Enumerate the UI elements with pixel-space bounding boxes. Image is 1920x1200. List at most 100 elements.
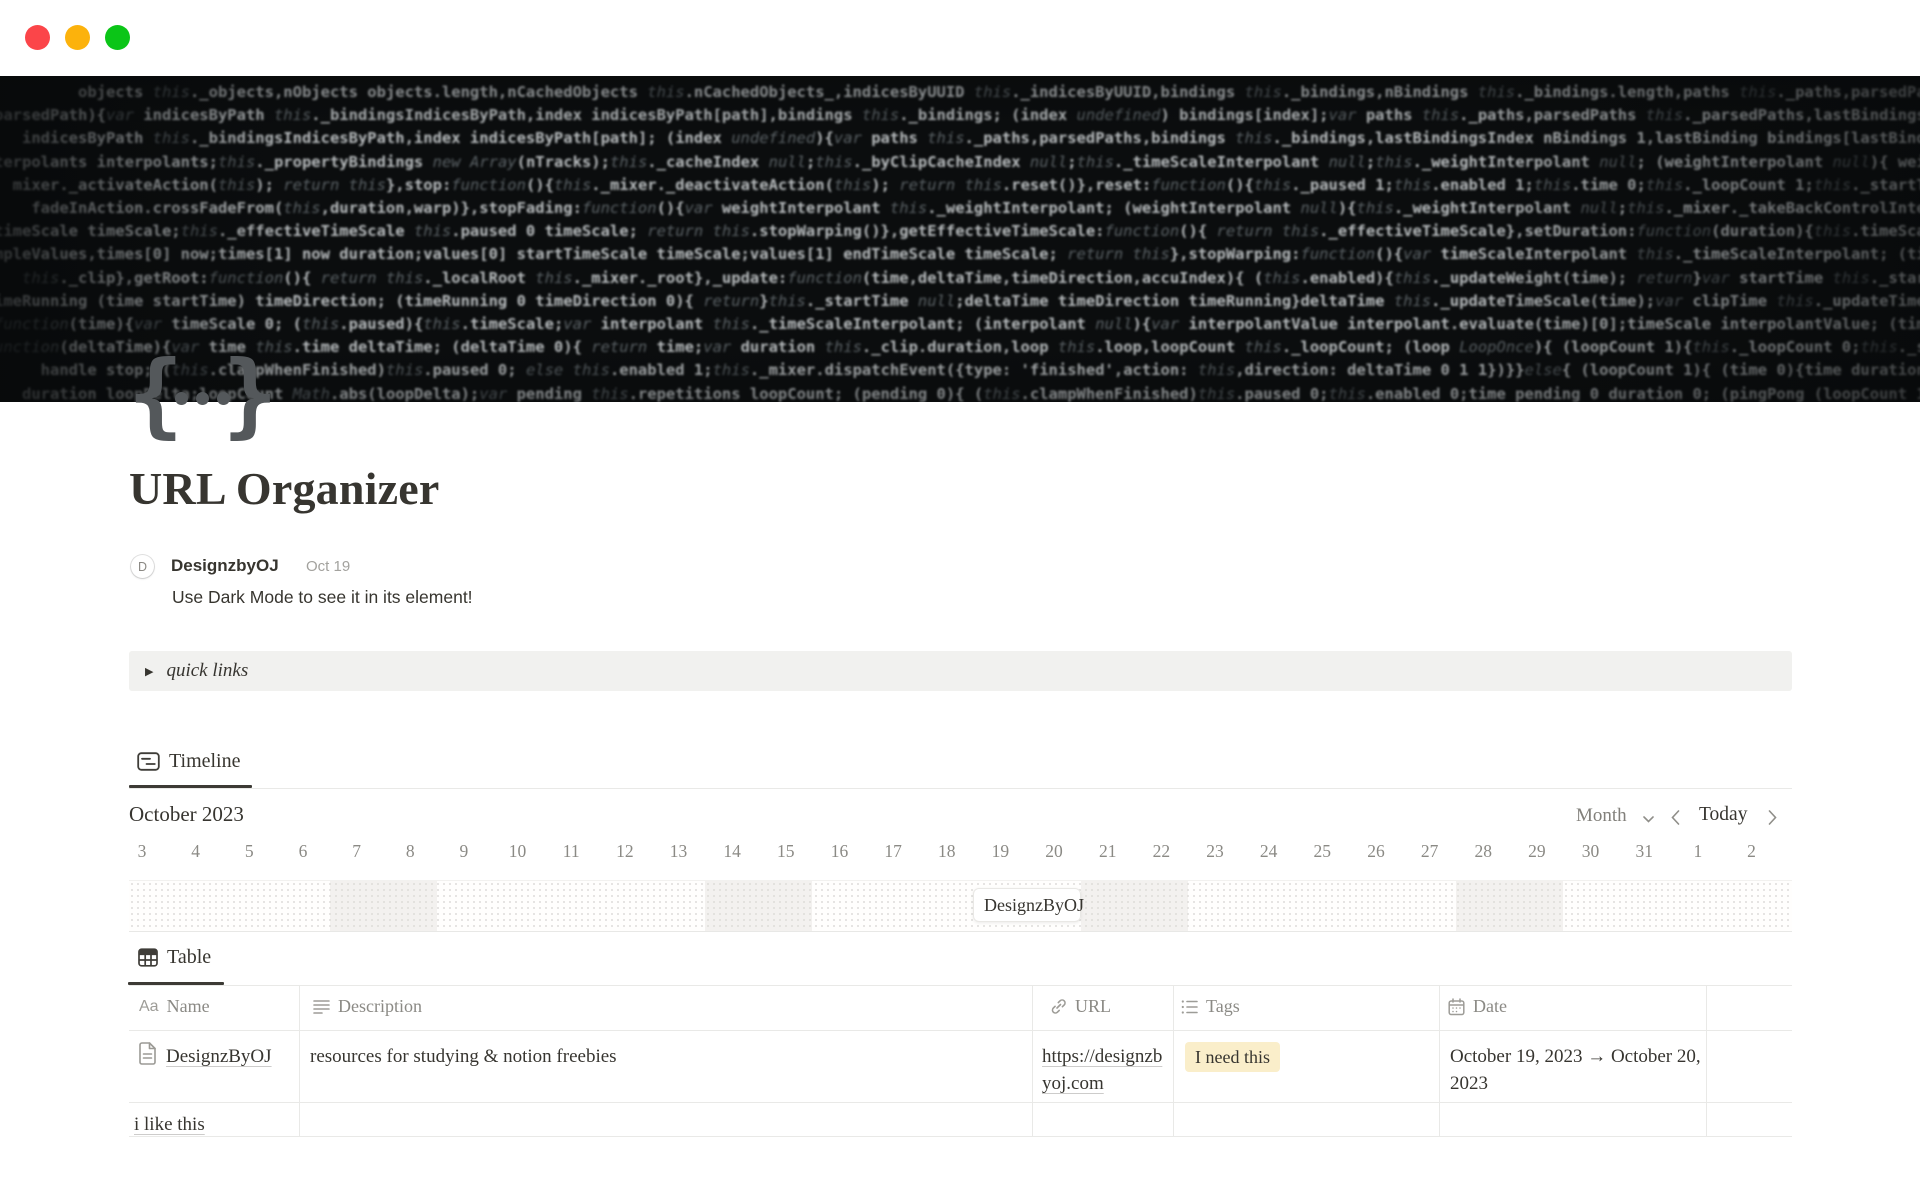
text-property-icon xyxy=(313,999,330,1015)
weekend-stripe-oct-14-15 xyxy=(705,881,812,931)
table-cell-description-row1[interactable]: resources for studying & notion freebies xyxy=(310,1043,617,1070)
tab-timeline[interactable]: Timeline xyxy=(137,750,241,773)
table-cell-date-row1[interactable]: October 19, 2023 → October 20, 2023 xyxy=(1450,1043,1702,1097)
header-bottom-border xyxy=(129,1030,1792,1031)
calendar-property-icon xyxy=(1448,998,1465,1016)
table-cell-name-row1[interactable]: DesignzByOJ xyxy=(166,1043,272,1070)
weekend-stripe-oct-7-8 xyxy=(330,881,437,931)
timeline-next-button[interactable] xyxy=(1768,810,1777,825)
timeline-day-label: 26 xyxy=(1367,841,1385,862)
banner-code-line: sampleValues,times[0] now;times[1] now d… xyxy=(0,243,1920,266)
timeline-day-label: 2 xyxy=(1747,841,1756,862)
timeline-day-label: 25 xyxy=(1314,841,1332,862)
timeline-day-label: 23 xyxy=(1206,841,1224,862)
banner-code-line: fadeInAction.crossFadeFrom(this,duration… xyxy=(0,197,1920,220)
zoom-window-button[interactable] xyxy=(105,25,130,50)
toggle-arrow-icon[interactable]: ▶ xyxy=(145,665,153,678)
column-header-tags[interactable]: Tags xyxy=(1181,996,1240,1017)
timeline-day-label: 11 xyxy=(563,841,580,862)
timeline-month-title: October 2023 xyxy=(129,802,244,827)
banner-code-line: handle stop; (this.clampWhenFinished)thi… xyxy=(0,359,1920,382)
column-header-description[interactable]: Description xyxy=(313,996,422,1017)
col-divider-date-end xyxy=(1706,986,1707,1136)
table-cell-name-row2[interactable]: i like this xyxy=(134,1111,205,1138)
title-property-icon: Aa xyxy=(139,998,159,1016)
timeline-lane: DesignzByOJ xyxy=(129,880,1792,932)
timeline-day-label: 9 xyxy=(460,841,469,862)
timeline-day-label: 27 xyxy=(1421,841,1439,862)
column-header-date[interactable]: Date xyxy=(1448,996,1507,1017)
weekend-stripe-oct-28-29 xyxy=(1456,881,1563,931)
col-divider-description-url xyxy=(1032,986,1033,1136)
timeline-day-label: 19 xyxy=(992,841,1010,862)
right-brace-glyph: } xyxy=(222,346,277,444)
timeline-day-label: 14 xyxy=(723,841,741,862)
timeline-item-designzbyoj[interactable]: DesignzByOJ xyxy=(973,888,1081,922)
minimize-window-button[interactable] xyxy=(65,25,90,50)
close-window-button[interactable] xyxy=(25,25,50,50)
banner-code-line: timeRunning (time startTime) timeDirecti… xyxy=(0,290,1920,313)
table-view: Aa Name Description URL xyxy=(129,986,1792,1136)
timeline-prev-button[interactable] xyxy=(1671,810,1680,825)
timeline-day-label: 5 xyxy=(245,841,254,862)
timeline-day-label: 3 xyxy=(138,841,147,862)
banner-code-line: function(deltaTime){var time this.time d… xyxy=(0,336,1920,359)
tag-i-need-this[interactable]: I need this xyxy=(1185,1042,1280,1072)
banner-code-line: timeScale timeScale;this._effectiveTimeS… xyxy=(0,220,1920,243)
tab-table-active-underline xyxy=(128,982,224,985)
banner-code-line: indicesByPath this._bindingsIndicesByPat… xyxy=(0,127,1920,150)
page-file-icon xyxy=(138,1042,157,1065)
quick-links-label: quick links xyxy=(166,660,248,682)
timeline-item-label: DesignzByOJ xyxy=(984,895,1084,916)
timeline-day-label: 17 xyxy=(884,841,902,862)
link-property-icon xyxy=(1050,998,1067,1015)
timeline-day-label: 18 xyxy=(938,841,956,862)
comment-date: Oct 19 xyxy=(306,558,350,575)
banner-code-line: _parsedPath){var indicesByPath this._bin… xyxy=(0,104,1920,127)
col-divider-url-tags xyxy=(1173,986,1174,1136)
chevron-down-icon[interactable] xyxy=(1643,816,1654,823)
weekend-stripe-oct-21-22 xyxy=(1081,881,1188,931)
column-header-url[interactable]: URL xyxy=(1050,996,1111,1017)
timeline-tabs-divider xyxy=(129,788,1792,789)
timeline-day-label: 28 xyxy=(1475,841,1493,862)
cover-image: objects this._objects,nObjects objects.l… xyxy=(0,76,1920,402)
timeline-scale-dropdown[interactable]: Month xyxy=(1576,805,1627,827)
banner-code-line: interpolants interpolants;this._property… xyxy=(0,151,1920,174)
comment-body: Use Dark Mode to see it in its element! xyxy=(172,587,473,608)
timeline-day-label: 4 xyxy=(191,841,200,862)
row2-bottom-border xyxy=(129,1136,1792,1137)
banner-code-line: mixer._activateAction(this); return this… xyxy=(0,174,1920,197)
timeline-today-button[interactable]: Today xyxy=(1699,804,1747,826)
tab-table[interactable]: Table xyxy=(138,946,211,969)
timeline-day-label: 15 xyxy=(777,841,795,862)
timeline-day-label: 30 xyxy=(1582,841,1600,862)
timeline-day-label: 1 xyxy=(1693,841,1702,862)
avatar: D xyxy=(131,555,154,578)
timeline-day-label: 21 xyxy=(1099,841,1117,862)
timeline-day-label: 16 xyxy=(831,841,849,862)
timeline-day-label: 13 xyxy=(670,841,688,862)
timeline-day-label: 31 xyxy=(1635,841,1653,862)
page-icon-curly-braces[interactable]: { } xyxy=(128,346,278,444)
timeline-view-icon xyxy=(137,752,160,771)
table-view-icon xyxy=(138,948,158,967)
timeline-day-label: 6 xyxy=(299,841,308,862)
tab-timeline-active-underline xyxy=(129,785,252,788)
comment-author: DesignzbyOJ xyxy=(171,556,279,576)
timeline-day-label: 8 xyxy=(406,841,415,862)
multiselect-property-icon xyxy=(1181,999,1198,1015)
banner-code-line: duration loopDelta;loopCount Math.abs(lo… xyxy=(0,383,1920,402)
row1-bottom-border xyxy=(129,1102,1792,1103)
timeline-day-label: 10 xyxy=(509,841,527,862)
table-cell-url-row1[interactable]: https://designzbyoj.com xyxy=(1042,1043,1166,1097)
tab-table-label: Table xyxy=(167,946,211,969)
column-header-name[interactable]: Aa Name xyxy=(139,996,210,1017)
banner-code-line: objects this._objects,nObjects objects.l… xyxy=(0,81,1920,104)
banner-code-line: this._clip},getRoot:function(){ return t… xyxy=(0,267,1920,290)
timeline-day-label: 12 xyxy=(616,841,634,862)
quick-links-toggle[interactable]: ▶ quick links xyxy=(129,651,1792,691)
tab-timeline-label: Timeline xyxy=(169,750,241,773)
col-divider-tags-date xyxy=(1439,986,1440,1136)
banner-code-line: function(time){var timeScale 0; (this.pa… xyxy=(0,313,1920,336)
